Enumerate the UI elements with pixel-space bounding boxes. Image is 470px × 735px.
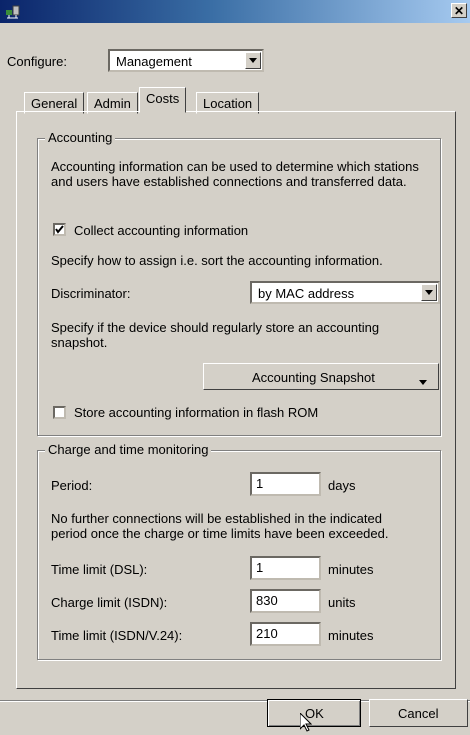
period-label: Period: bbox=[51, 478, 93, 493]
isdn-time-label: Time limit (ISDN/V.24): bbox=[51, 628, 183, 643]
store-flash-label[interactable]: Store accounting information in flash RO… bbox=[74, 405, 318, 420]
title-bar[interactable]: ✕ bbox=[0, 0, 470, 23]
close-icon: ✕ bbox=[453, 4, 465, 18]
isdn-time-input[interactable]: 210 bbox=[250, 622, 321, 646]
period-unit: days bbox=[328, 478, 356, 493]
dsl-time-label: Time limit (DSL): bbox=[51, 562, 148, 577]
ok-button[interactable]: OK bbox=[267, 699, 361, 727]
store-flash-checkbox[interactable] bbox=[53, 406, 66, 419]
collect-accounting-checkbox[interactable] bbox=[53, 223, 66, 236]
snapshot-description: Specify if the device should regularly s… bbox=[51, 320, 380, 350]
assign-text: Specify how to assign i.e. sort the acco… bbox=[51, 253, 383, 268]
isdn-charge-label: Charge limit (ISDN): bbox=[51, 595, 168, 610]
chevron-down-icon[interactable] bbox=[245, 52, 261, 69]
isdn-charge-input[interactable]: 830 bbox=[250, 589, 321, 613]
network-app-icon bbox=[5, 3, 21, 19]
dsl-time-input[interactable]: 1 bbox=[250, 556, 321, 580]
chevron-down-icon bbox=[419, 374, 428, 389]
configure-label: Configure: bbox=[7, 54, 67, 69]
accounting-snapshot-button[interactable]: Accounting Snapshot bbox=[203, 363, 439, 390]
accounting-description: Accounting information can be used to de… bbox=[51, 159, 419, 189]
period-input[interactable]: 1 bbox=[250, 472, 321, 496]
mouse-cursor-icon bbox=[299, 711, 313, 735]
configure-select[interactable]: Management bbox=[108, 49, 264, 72]
charge-legend: Charge and time monitoring bbox=[45, 442, 212, 457]
discriminator-label: Discriminator: bbox=[51, 286, 131, 301]
isdn-charge-unit: units bbox=[328, 595, 356, 610]
cancel-button[interactable]: Cancel bbox=[369, 699, 468, 727]
dsl-time-unit: minutes bbox=[328, 562, 374, 577]
discriminator-select[interactable]: by MAC address bbox=[250, 281, 440, 304]
accounting-legend: Accounting bbox=[45, 130, 116, 145]
chevron-down-icon[interactable] bbox=[421, 284, 437, 301]
tab-costs[interactable]: Costs bbox=[139, 87, 187, 113]
charge-note: No further connections will be establish… bbox=[51, 511, 389, 541]
isdn-time-unit: minutes bbox=[328, 628, 374, 643]
collect-accounting-label[interactable]: Collect accounting information bbox=[74, 223, 248, 238]
close-button[interactable]: ✕ bbox=[451, 3, 467, 18]
